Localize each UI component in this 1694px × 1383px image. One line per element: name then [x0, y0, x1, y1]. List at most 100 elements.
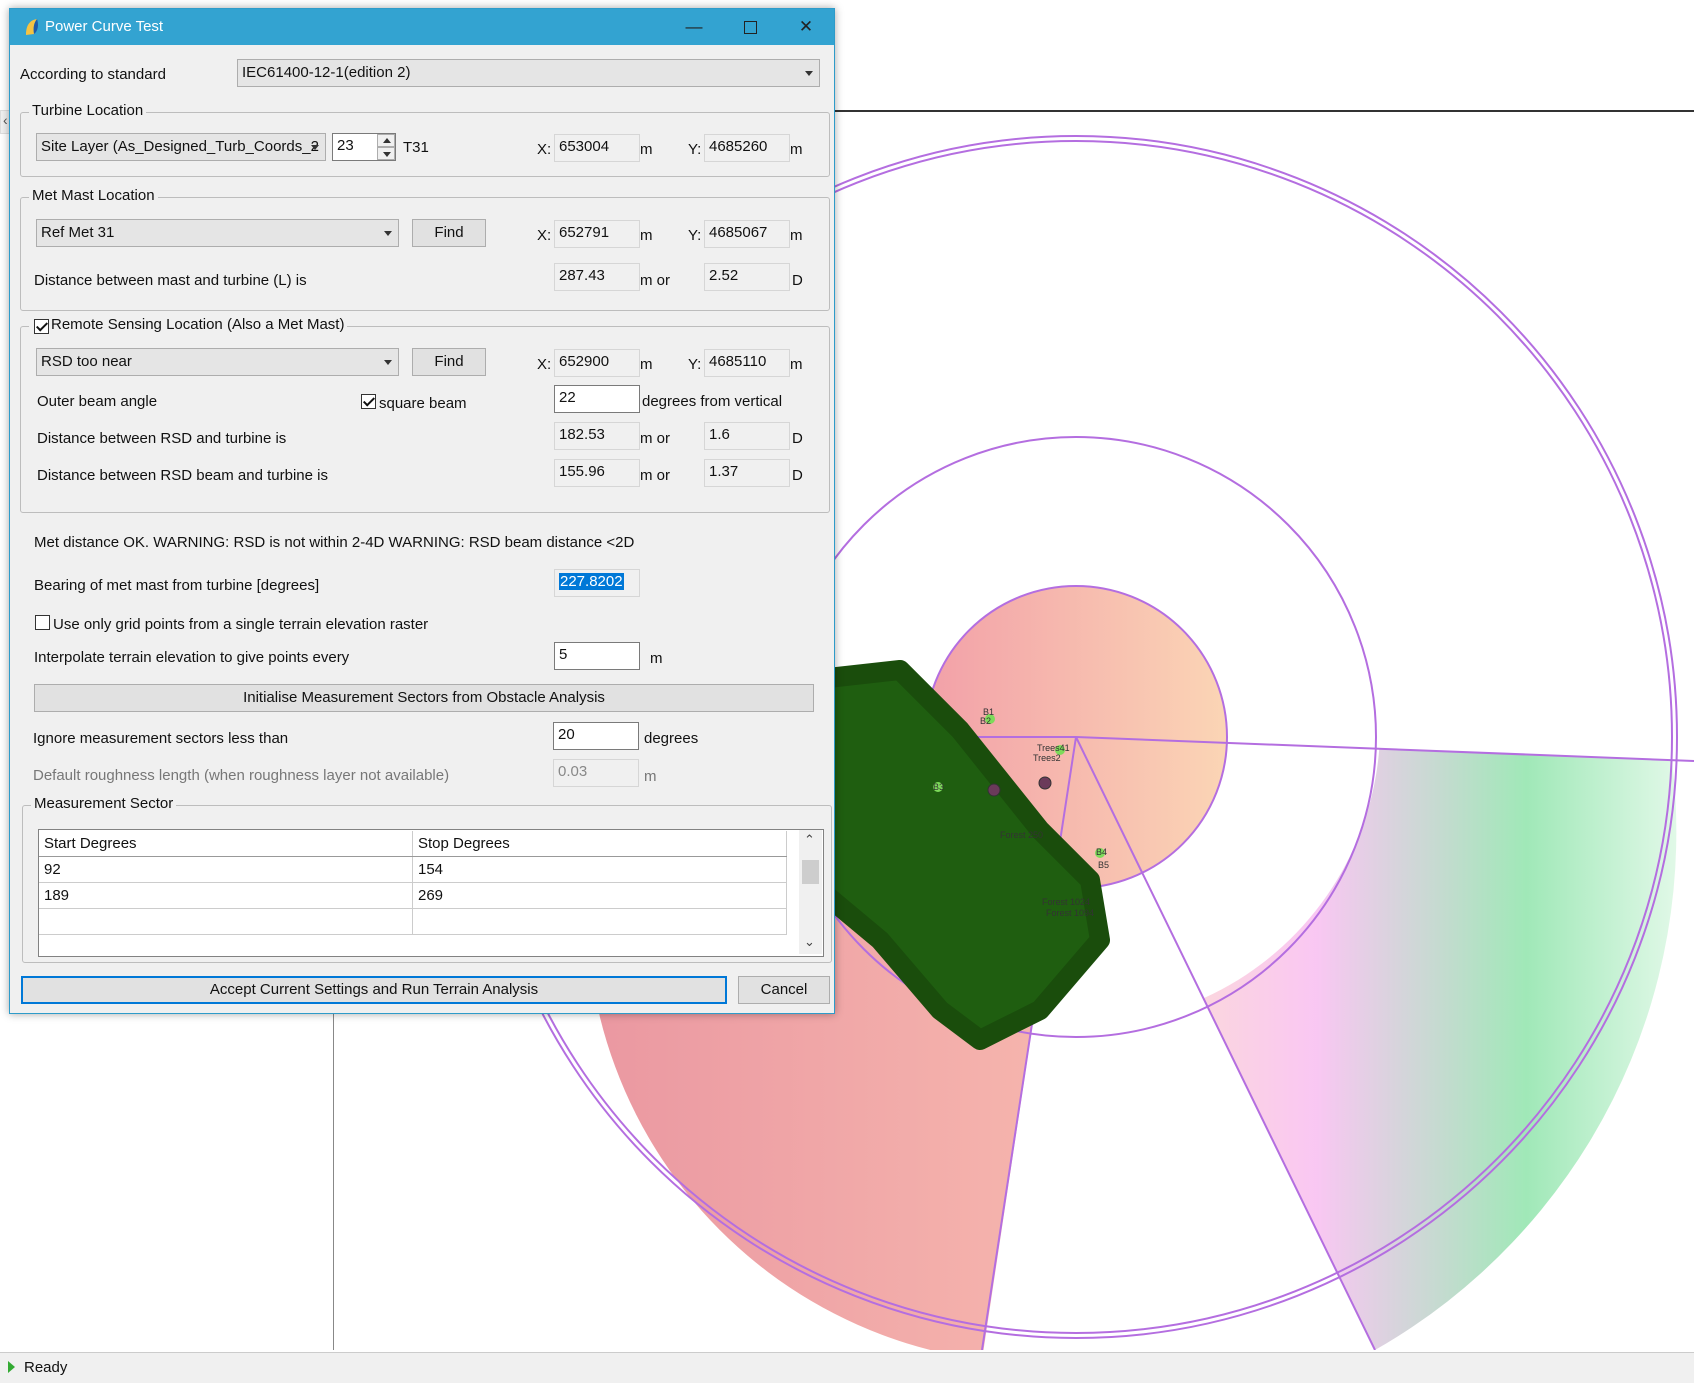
interpolate-unit: m — [650, 650, 663, 667]
met-mast-x-field[interactable]: 652791 — [554, 220, 640, 248]
beam-distance-d-unit: D — [792, 467, 803, 484]
table-row[interactable]: 189 269 — [39, 883, 787, 909]
map-label: B2 — [980, 716, 991, 726]
spin-down-icon[interactable] — [377, 147, 395, 160]
roughness-value: 0.03 — [558, 763, 588, 780]
rsd-value: RSD too near — [41, 353, 132, 370]
table-cell[interactable] — [39, 909, 413, 934]
map-label: Forest 250 — [1000, 830, 1043, 840]
square-beam-checkbox[interactable] — [361, 394, 376, 409]
map-label: Forest 1094 — [1046, 908, 1094, 918]
beam-distance-m-field[interactable]: 155.96 — [554, 459, 640, 487]
mast-distance-d-unit: D — [792, 272, 803, 289]
met-mast-y-field[interactable]: 4685067 — [704, 220, 790, 248]
ignore-input[interactable]: 20 — [553, 722, 639, 750]
table-cell[interactable]: 189 — [39, 883, 413, 908]
title-bar[interactable]: Power Curve Test — ✕ — [10, 9, 834, 45]
table-cell[interactable]: 154 — [413, 857, 787, 882]
rsd-distance-d-field[interactable]: 1.6 — [704, 422, 790, 450]
minimize-button[interactable]: — — [666, 9, 722, 45]
power-curve-test-dialog: Power Curve Test — ✕ According to standa… — [9, 8, 835, 1014]
scroll-thumb[interactable] — [802, 860, 819, 884]
mast-distance-m-field[interactable]: 287.43 — [554, 263, 640, 291]
met-mast-x-unit: m — [640, 227, 653, 244]
rsd-y-field[interactable]: 4685110 — [704, 349, 790, 377]
interpolate-label: Interpolate terrain elevation to give po… — [34, 649, 350, 666]
standard-value: IEC61400-12-1(edition 2) — [242, 64, 411, 81]
ignore-value: 20 — [558, 726, 575, 743]
rsd-select[interactable]: RSD too near — [36, 348, 399, 376]
rsd-x-value: 652900 — [559, 353, 610, 370]
accept-run-button[interactable]: Accept Current Settings and Run Terrain … — [21, 976, 727, 1004]
beam-angle-unit: degrees from vertical — [642, 393, 783, 410]
met-mast-marker — [987, 783, 1001, 797]
roughness-label: Default roughness length (when roughness… — [33, 767, 450, 784]
met-mast-value: Ref Met 31 — [41, 224, 115, 241]
interpolate-value: 5 — [559, 646, 568, 663]
single-raster-label: Use only grid points from a single terra… — [53, 616, 429, 633]
turbine-y-field[interactable]: 4685260 — [704, 134, 790, 162]
beam-distance-label: Distance between RSD beam and turbine is — [37, 467, 328, 484]
app-logo-icon — [26, 19, 38, 35]
met-mast-location-legend: Met Mast Location — [29, 187, 158, 204]
mast-distance-m-or: m or — [640, 272, 670, 289]
rsd-distance-m-field[interactable]: 182.53 — [554, 422, 640, 450]
ignore-label: Ignore measurement sectors less than — [33, 730, 289, 747]
status-bar: Ready — [0, 1352, 1694, 1383]
beam-distance-d-field[interactable]: 1.37 — [704, 459, 790, 487]
maximize-button[interactable] — [722, 9, 778, 45]
turbine-x-field[interactable]: 653004 — [554, 134, 640, 162]
measurement-sector-table[interactable]: Start Degrees Stop Degrees 92 154 189 26… — [38, 829, 824, 957]
spin-up-icon[interactable] — [377, 134, 395, 147]
mast-distance-d-field[interactable]: 2.52 — [704, 263, 790, 291]
table-scrollbar[interactable]: ⌃ ⌄ — [799, 830, 822, 954]
mast-distance-label: Distance between mast and turbine (L) is — [34, 272, 307, 289]
table-cell[interactable] — [413, 909, 787, 934]
table-row[interactable]: 92 154 — [39, 857, 787, 883]
bearing-field[interactable]: 227.8202 — [554, 569, 640, 597]
warning-message: Met distance OK. WARNING: RSD is not wit… — [34, 534, 635, 551]
beam-distance-m-or: m or — [640, 467, 670, 484]
bearing-value: 227.8202 — [559, 573, 624, 590]
remote-sensing-checkbox[interactable] — [34, 319, 49, 334]
met-mast-y-value: 4685067 — [709, 224, 768, 241]
rsd-marker — [1038, 776, 1052, 790]
met-mast-y-label: Y: — [688, 227, 702, 244]
standard-select[interactable]: IEC61400-12-1(edition 2) — [237, 59, 820, 87]
turbine-y-unit: m — [790, 141, 803, 158]
column-header-start[interactable]: Start Degrees — [39, 831, 413, 856]
remote-sensing-legend: Remote Sensing Location (Also a Met Mast… — [29, 316, 348, 333]
turbine-x-label: X: — [537, 141, 552, 158]
bearing-label: Bearing of met mast from turbine [degree… — [34, 577, 320, 594]
rsd-y-label: Y: — [688, 356, 702, 373]
interpolate-input[interactable]: 5 — [554, 642, 640, 670]
met-mast-find-button[interactable]: Find — [412, 219, 486, 247]
met-mast-select[interactable]: Ref Met 31 — [36, 219, 399, 247]
beam-angle-value: 22 — [559, 389, 576, 406]
beam-angle-input[interactable]: 22 — [554, 385, 640, 413]
turbine-layer-select[interactable]: Site Layer (As_Designed_Turb_Coords_2 — [36, 133, 326, 161]
rsd-find-button[interactable]: Find — [412, 348, 486, 376]
status-text: Ready — [24, 1359, 68, 1376]
roughness-input[interactable]: 0.03 — [553, 759, 639, 787]
rsd-distance-label: Distance between RSD and turbine is — [37, 430, 287, 447]
standard-label: According to standard — [20, 66, 166, 83]
init-sectors-button[interactable]: Initialise Measurement Sectors from Obst… — [34, 684, 814, 712]
rsd-x-field[interactable]: 652900 — [554, 349, 640, 377]
single-raster-checkbox[interactable] — [35, 615, 50, 630]
turbine-index-value: 23 — [337, 137, 354, 154]
dialog-title: Power Curve Test — [45, 18, 164, 35]
mast-distance-d-value: 2.52 — [709, 267, 739, 284]
table-cell[interactable]: 269 — [413, 883, 787, 908]
cancel-button[interactable]: Cancel — [738, 976, 830, 1004]
chevron-up-icon[interactable]: ⌃ — [804, 832, 815, 848]
rsd-x-label: X: — [537, 356, 552, 373]
close-button[interactable]: ✕ — [778, 9, 834, 45]
scroll-left-icon[interactable]: ‹ — [3, 112, 8, 128]
column-header-stop[interactable]: Stop Degrees — [413, 831, 787, 856]
rsd-distance-m-or: m or — [640, 430, 670, 447]
table-cell[interactable]: 92 — [39, 857, 413, 882]
turbine-index-spin[interactable] — [377, 134, 395, 160]
table-row[interactable] — [39, 909, 787, 935]
chevron-down-icon[interactable]: ⌄ — [804, 934, 815, 950]
